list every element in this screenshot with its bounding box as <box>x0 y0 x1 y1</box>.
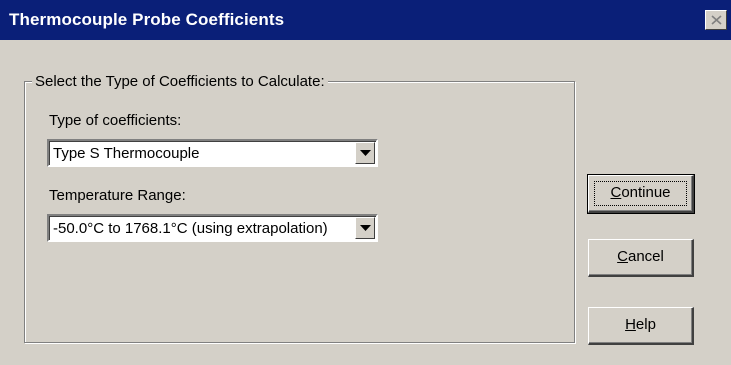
help-button[interactable]: Help <box>588 307 694 345</box>
close-icon <box>711 15 722 25</box>
cancel-button[interactable]: Cancel <box>588 239 694 277</box>
temperature-range-value: -50.0°C to 1768.1°C (using extrapolation… <box>53 220 328 237</box>
help-mnemonic: H <box>625 316 636 333</box>
triangle-down-icon <box>360 225 371 231</box>
type-of-coefficients-dropdown[interactable]: Type S Thermocouple <box>47 139 378 167</box>
title-bar: Thermocouple Probe Coefficients <box>0 0 731 40</box>
close-button[interactable] <box>705 10 727 30</box>
help-label: elp <box>635 316 656 333</box>
continue-button[interactable]: Continue <box>587 174 695 214</box>
window-title: Thermocouple Probe Coefficients <box>9 10 285 29</box>
temperature-range-dropdown[interactable]: -50.0°C to 1768.1°C (using extrapolation… <box>47 214 378 242</box>
type-dropdown-arrow-button[interactable] <box>355 142 375 164</box>
focus-rectangle <box>594 181 687 206</box>
type-of-coefficients-value: Type S Thermocouple <box>53 145 200 162</box>
range-dropdown-arrow-button[interactable] <box>355 217 375 239</box>
triangle-down-icon <box>360 150 371 156</box>
temperature-range-label: Temperature Range: <box>49 187 186 204</box>
type-of-coefficients-label: Type of coefficients: <box>49 112 182 129</box>
group-box-legend: Select the Type of Coefficients to Calcu… <box>32 73 328 90</box>
cancel-label: ancel <box>627 248 664 265</box>
cancel-mnemonic: C <box>617 248 628 265</box>
